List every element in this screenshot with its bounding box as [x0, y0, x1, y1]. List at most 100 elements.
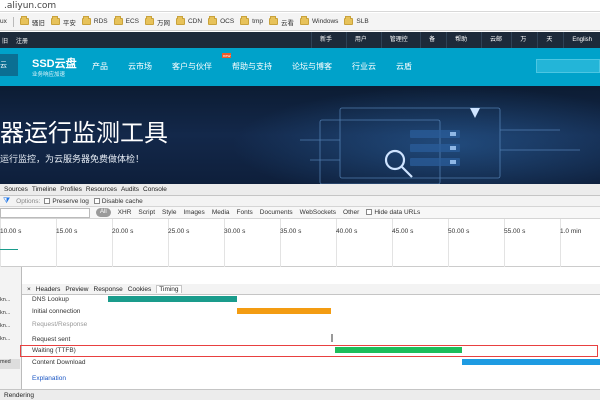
bookmark-label: 骚旧: [31, 19, 45, 27]
hide-data-urls-checkbox[interactable]: Hide data URLs: [366, 209, 420, 216]
tab-cookies[interactable]: Cookies: [128, 286, 151, 293]
filter-fonts[interactable]: Fonts: [237, 209, 253, 216]
bookmark-label: 平安: [62, 19, 76, 27]
bookmark-folder[interactable]: SLB: [344, 16, 369, 25]
request-row[interactable]: kn...: [0, 336, 20, 346]
bookmarks-bar: ux 骚旧 平安 RDS ECS 万网 CDN OCS tmp 云看 Windo…: [0, 13, 600, 31]
bookmark-folder[interactable]: CDN: [175, 16, 203, 25]
top-link[interactable]: 云邮箱: [480, 32, 511, 59]
bookmark-label: CDN: [187, 18, 203, 25]
bookmark-folder[interactable]: 云看: [269, 16, 295, 27]
request-row[interactable]: med: [0, 359, 20, 369]
timing-bar-initial: [237, 308, 331, 314]
tick-line: [0, 219, 1, 267]
folder-icon: [240, 16, 250, 25]
request-row[interactable]: kn...: [0, 323, 20, 333]
explanation-link[interactable]: Explanation: [32, 375, 66, 382]
product-tagline: 业务响应加速: [32, 72, 66, 78]
bookmark-folder[interactable]: 平安: [50, 16, 76, 27]
tab-timing[interactable]: Timing: [156, 285, 182, 293]
filter-icon[interactable]: ⧩: [3, 196, 10, 206]
filter-all-button[interactable]: All: [96, 208, 111, 217]
bookmark-folder[interactable]: tmp: [240, 16, 264, 25]
tab-audits[interactable]: Audits: [121, 186, 139, 193]
folder-icon: [175, 16, 185, 25]
nav-item-market[interactable]: 云市场: [128, 61, 152, 72]
bookmark-folder[interactable]: Windows: [300, 16, 339, 25]
filter-images[interactable]: Images: [183, 209, 204, 216]
tick-label: 50.00 s: [448, 228, 470, 235]
filter-style[interactable]: Style: [162, 209, 176, 216]
bookmark-folder[interactable]: ECS: [113, 16, 139, 25]
filter-xhr[interactable]: XHR: [118, 209, 132, 216]
top-link[interactable]: 管理控制台: [380, 32, 420, 59]
ttfb-highlight: [20, 345, 598, 357]
devtools-drawer-bar: Rendering: [0, 389, 600, 400]
filter-documents[interactable]: Documents: [260, 209, 293, 216]
top-link[interactable]: 新手专区: [311, 32, 346, 59]
tab-response[interactable]: Response: [94, 286, 123, 293]
timeline-overview[interactable]: 10.00 s 15.00 s 20.00 s 25.00 s 30.00 s …: [0, 219, 600, 267]
disable-cache-checkbox[interactable]: Disable cache: [93, 197, 143, 205]
tab-preview[interactable]: Preview: [65, 286, 88, 293]
preserve-log-checkbox[interactable]: Preserve log: [44, 198, 89, 205]
bookmark-label: 云看: [281, 19, 295, 27]
tick-line: [448, 219, 449, 267]
filter-input[interactable]: [0, 207, 90, 218]
banner-title: 器运行监测工具: [0, 119, 168, 147]
request-row[interactable]: kn...: [0, 297, 20, 307]
nav-item-industry[interactable]: 行业云: [352, 61, 376, 72]
top-link[interactable]: 帮助中心: [446, 32, 481, 59]
request-row[interactable]: kn...: [0, 310, 20, 320]
tick-line: [560, 219, 561, 267]
bookmark-ux[interactable]: ux: [0, 18, 7, 25]
register-link[interactable]: 注册: [16, 36, 28, 45]
tab-rendering[interactable]: Rendering: [4, 392, 34, 399]
tick-label: 35.00 s: [280, 228, 302, 235]
filter-other[interactable]: Other: [343, 209, 359, 216]
tab-console[interactable]: Console: [143, 186, 167, 193]
nav-item-customers[interactable]: 客户与伙伴: [172, 61, 212, 72]
checkbox-icon: [366, 209, 373, 216]
tab-headers[interactable]: Headers: [36, 286, 61, 293]
logo[interactable]: 云: [0, 54, 18, 76]
tab-timeline[interactable]: Timeline: [32, 186, 56, 193]
address-bar[interactable]: .aliyun.com: [0, 0, 600, 12]
nav-item-support[interactable]: 帮助与支持: [232, 61, 272, 72]
url-text[interactable]: .aliyun.com: [4, 1, 56, 11]
top-link[interactable]: 万网: [511, 32, 537, 59]
nav-item-products[interactable]: 产品: [92, 61, 108, 72]
nav-item-shield[interactable]: 云盾: [396, 61, 412, 72]
bookmark-label: ux: [0, 18, 7, 25]
folder-icon: [344, 16, 354, 25]
top-link[interactable]: 备案: [420, 32, 446, 59]
search-input[interactable]: [536, 59, 600, 73]
request-list: kn... kn... kn... kn... med: [0, 267, 22, 390]
bookmark-folder[interactable]: 万网: [144, 16, 170, 27]
devtools-toolbar: ⧩ Options: Preserve log Disable cache: [0, 196, 600, 207]
filter-script[interactable]: Script: [138, 209, 155, 216]
folder-icon: [113, 16, 123, 25]
top-link[interactable]: 天池: [537, 32, 563, 59]
bookmark-folder[interactable]: RDS: [81, 16, 108, 25]
product-name[interactable]: SSD云盘: [32, 55, 77, 71]
timing-bar-dns: [108, 296, 237, 302]
tab-profiles[interactable]: Profiles: [60, 186, 82, 193]
tick-line: [56, 219, 57, 267]
checkbox-icon: [93, 197, 100, 204]
close-icon[interactable]: ×: [27, 286, 31, 293]
filter-media[interactable]: Media: [212, 209, 230, 216]
tab-sources[interactable]: Sources: [4, 186, 28, 193]
nav-item-forum[interactable]: 论坛与博客: [292, 61, 332, 72]
bookmark-folder[interactable]: 骚旧: [19, 16, 45, 27]
tab-resources[interactable]: Resources: [86, 186, 117, 193]
bookmark-label: tmp: [252, 18, 264, 25]
hero-banner[interactable]: 器运行监测工具 运行监控，为云服务器免费做体检！: [0, 86, 600, 184]
filter-websockets[interactable]: WebSockets: [300, 209, 336, 216]
bookmark-folder[interactable]: OCS: [208, 16, 234, 25]
top-link[interactable]: 旧: [2, 36, 8, 45]
bookmark-label: Windows: [312, 18, 339, 25]
type-filter-bar: All XHR Script Style Images Media Fonts …: [0, 207, 600, 219]
top-link[interactable]: English: [563, 32, 600, 48]
top-link[interactable]: 用户中心: [345, 32, 381, 59]
